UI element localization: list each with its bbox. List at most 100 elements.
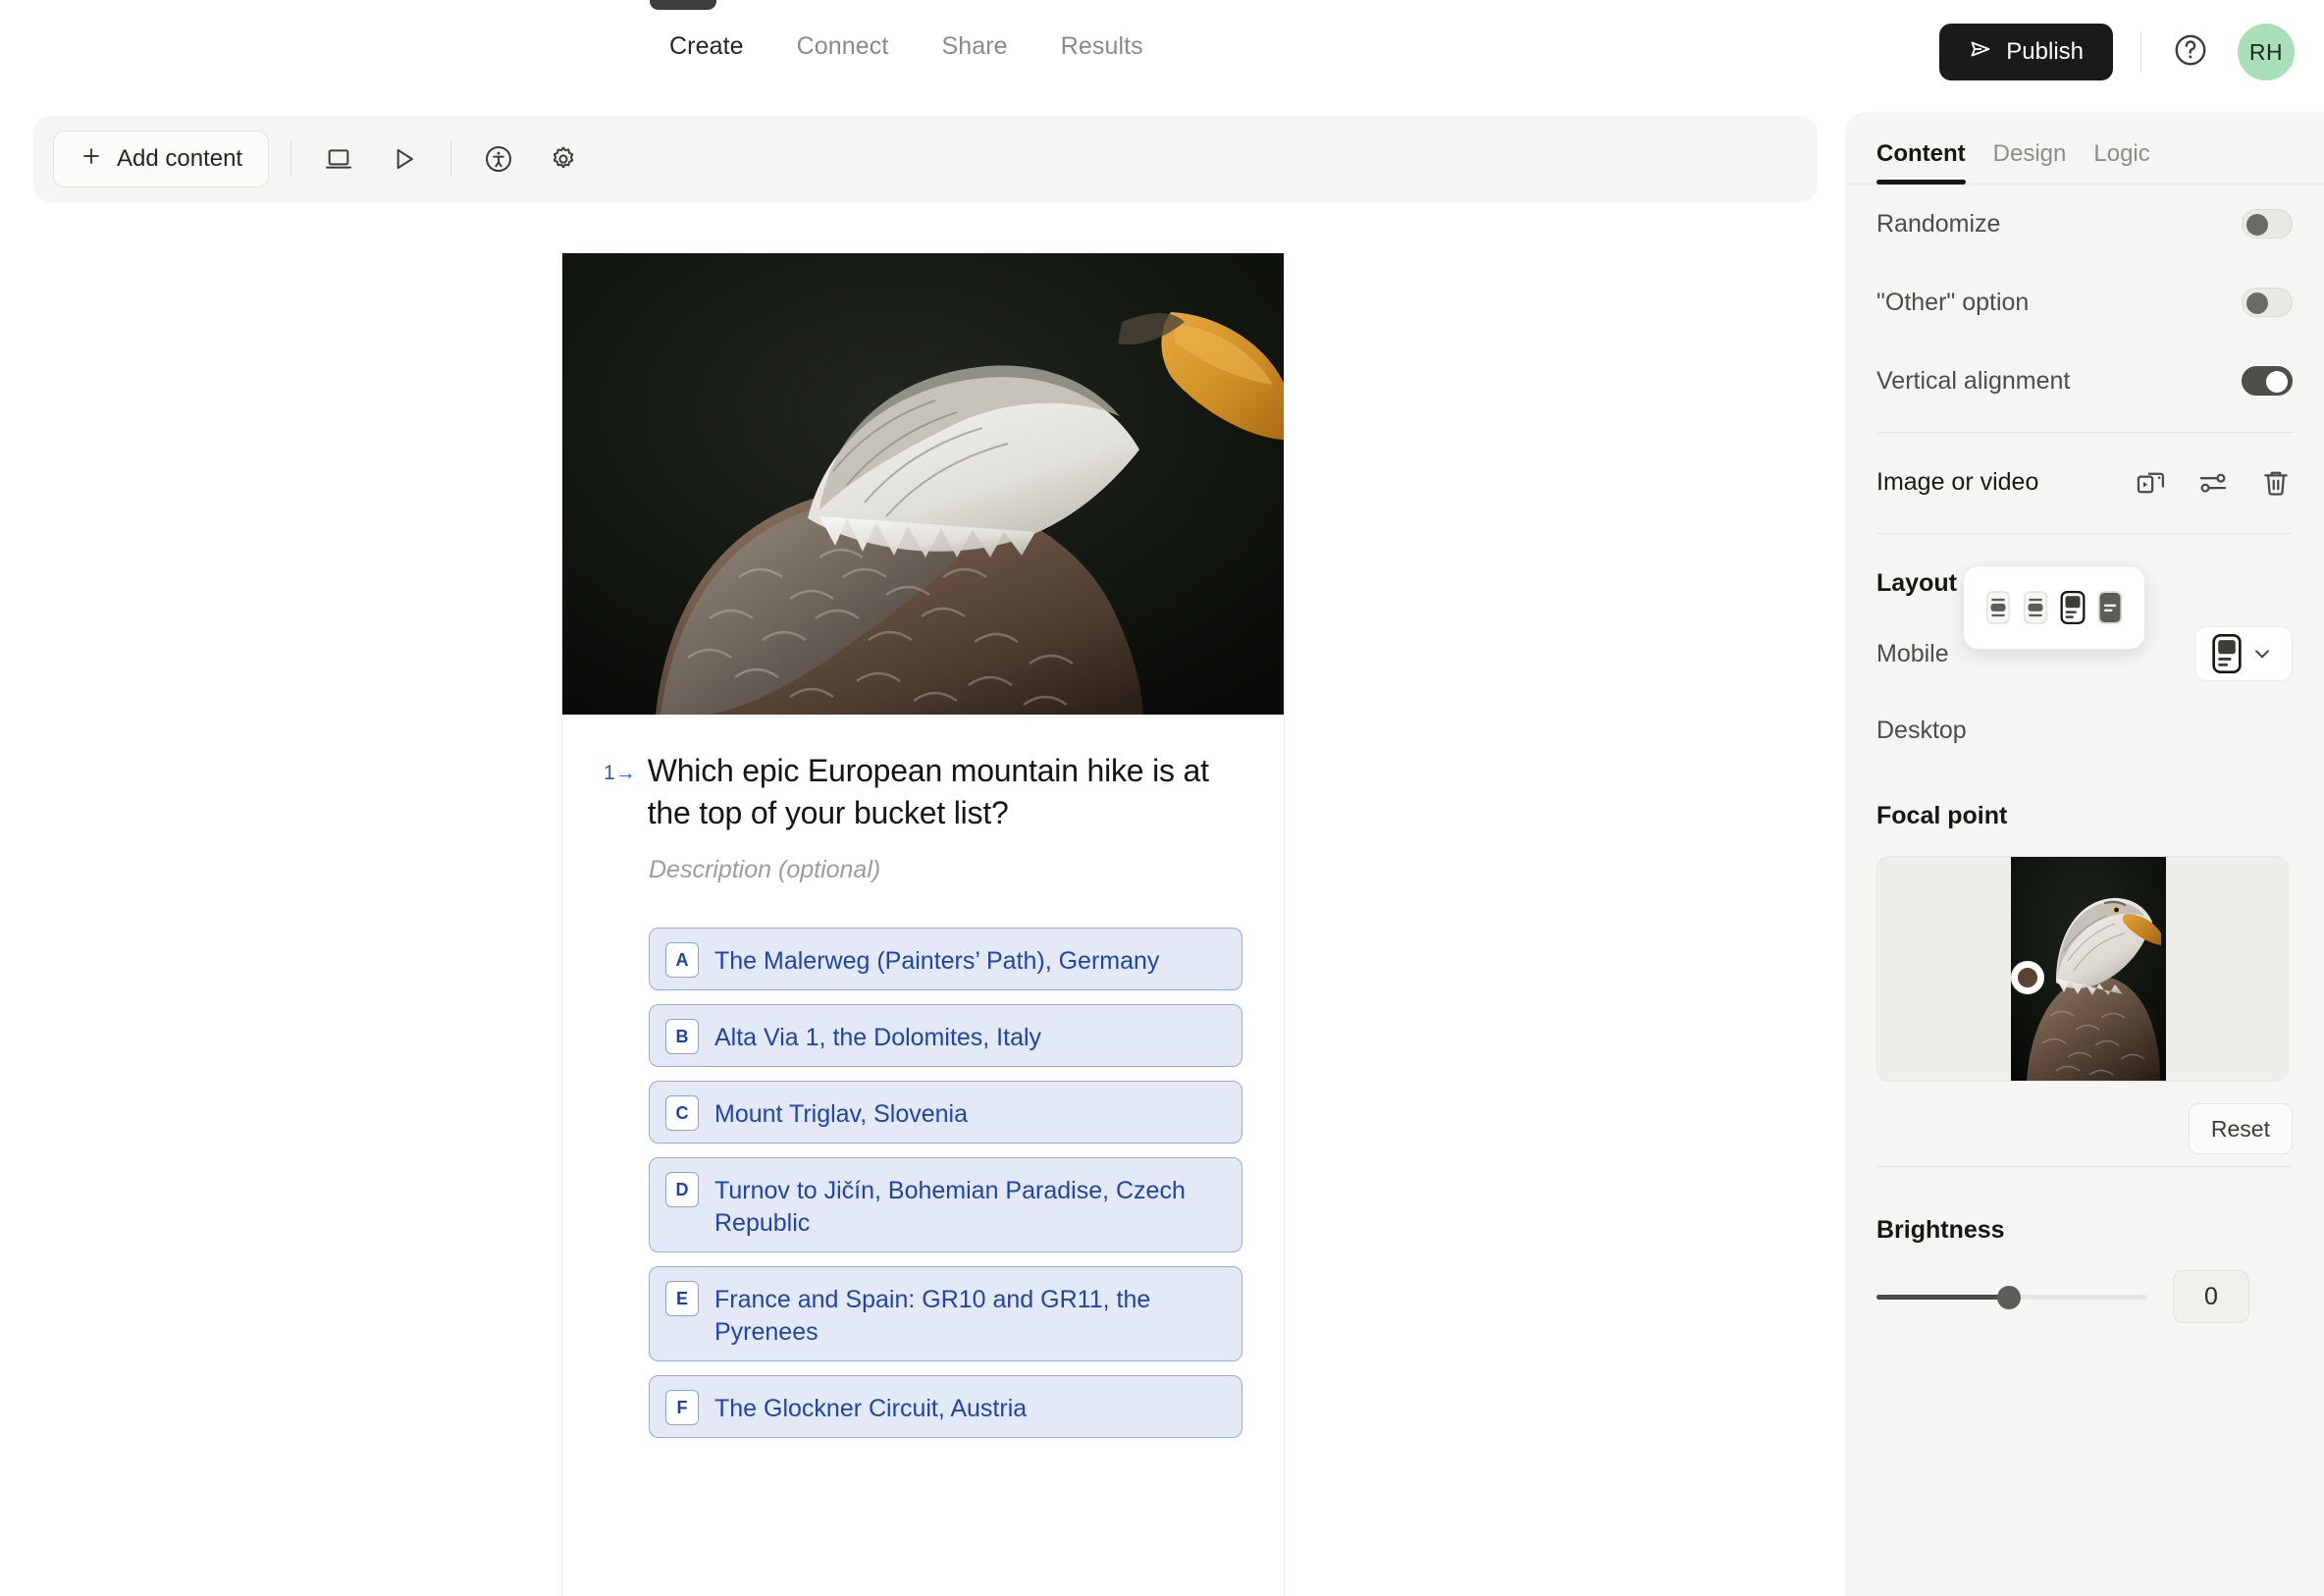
laptop-icon[interactable] [313,133,364,185]
focal-point-preview[interactable] [1876,856,2289,1082]
trash-icon[interactable] [2259,466,2293,500]
add-option-clipped[interactable] [649,1477,1242,1499]
brightness-slider[interactable] [1876,1285,2147,1309]
toggle-knob [2246,293,2268,314]
question-image[interactable] [562,253,1284,715]
slider-thumb[interactable] [1997,1286,2021,1309]
panel-tabs: Content Design Logic [1845,112,2324,185]
image-or-video-label: Image or video [1876,468,2039,497]
panel-body: Randomize "Other" option Vertical alignm… [1845,185,2324,1323]
option-letter-badge: F [665,1390,699,1426]
gear-icon[interactable] [538,133,589,185]
tab-logic[interactable]: Logic [2093,140,2149,184]
focal-point-heading: Focal point [1876,802,2008,829]
options-list: A The Malerweg (Painters’ Path), Germany… [649,928,1242,1439]
active-tab-indicator [650,0,716,10]
panel-divider-1 [1876,432,2293,433]
nav-tab-connect[interactable]: Connect [770,32,916,61]
option-letter-badge: A [665,942,699,979]
option-a[interactable]: A The Malerweg (Painters’ Path), Germany [649,928,1242,991]
option-text[interactable]: Alta Via 1, the Dolomites, Italy [714,1017,1041,1054]
nav-tab-results[interactable]: Results [1034,32,1170,61]
question-card: 1→ Which epic European mountain hike is … [562,253,1284,1596]
help-button[interactable] [2169,30,2212,74]
play-icon[interactable] [378,133,429,185]
toggle-knob [2246,214,2268,236]
top-right-actions: Publish RH [1939,24,2295,80]
layout-image-top-icon [2212,634,2242,673]
image-or-video-section: Image or video [1876,445,2293,521]
option-letter-badge: D [665,1172,699,1208]
tab-design[interactable]: Design [1993,140,2067,184]
chevron-down-icon [2255,650,2269,659]
tab-content[interactable]: Content [1876,140,1966,185]
option-b[interactable]: B Alta Via 1, the Dolomites, Italy [649,1004,1242,1068]
question-row: 1→ Which epic European mountain hike is … [604,750,1242,834]
option-text[interactable]: Mount Triglav, Slovenia [714,1093,968,1131]
option-e[interactable]: E France and Spain: GR10 and GR11, the P… [649,1266,1242,1362]
other-option-label: "Other" option [1876,288,2030,316]
layout-option-text-above-image[interactable] [1985,591,2011,624]
replace-media-icon[interactable] [2134,466,2167,500]
focal-point-handle[interactable] [2011,961,2044,994]
plus-icon [79,144,103,175]
header-divider [2140,32,2141,72]
nav-tab-create[interactable]: Create [643,32,770,61]
layout-option-image-side[interactable] [2097,591,2123,624]
avatar[interactable]: RH [2238,24,2295,80]
option-text[interactable]: Turnov to Jičín, Bohemian Paradise, Czec… [714,1170,1226,1240]
layout-options-popup [1963,565,2145,650]
panel-divider-3 [1876,1166,2293,1167]
nav-tab-share[interactable]: Share [915,32,1033,61]
media-actions [2134,466,2293,500]
focal-reset-button[interactable]: Reset [2188,1103,2293,1154]
brightness-heading: Brightness [1876,1216,2005,1244]
option-text[interactable]: The Glockner Circuit, Austria [714,1388,1027,1425]
question-mark-icon [2172,31,2209,74]
option-letter-badge: C [665,1095,699,1132]
description-placeholder[interactable]: Description (optional) [649,856,1242,884]
option-f[interactable]: F The Glockner Circuit, Austria [649,1375,1242,1439]
option-letter-badge: B [665,1019,699,1055]
settings-panel: Content Design Logic Randomize "Other" o… [1845,112,2324,1596]
layout-row-desktop: Desktop [1876,692,2293,769]
mobile-label: Mobile [1876,639,1949,667]
randomize-toggle[interactable] [2242,209,2293,239]
add-content-button[interactable]: Add content [53,131,270,187]
top-bar: Create Connect Share Results Publish RH [0,0,2324,116]
toolbar-divider-1 [290,140,292,178]
brightness-value[interactable]: 0 [2173,1270,2249,1323]
toggle-knob [2266,371,2288,393]
mobile-layout-select[interactable] [2194,626,2293,681]
add-content-label: Add content [117,145,243,172]
question-number: 1→ [604,762,636,784]
editor-toolbar: Add content [33,116,1818,202]
accessibility-icon[interactable] [473,133,524,185]
layout-option-image-top-full[interactable] [2060,591,2086,624]
brightness-control: 0 [1876,1270,2293,1323]
desktop-label: Desktop [1876,716,1967,744]
option-d[interactable]: D Turnov to Jičín, Bohemian Paradise, Cz… [649,1157,1242,1253]
layout-option-text-around-image[interactable] [2023,591,2048,624]
option-text[interactable]: The Malerweg (Painters’ Path), Germany [714,940,1159,978]
randomize-label: Randomize [1876,209,2001,238]
card-body: 1→ Which epic European mountain hike is … [562,715,1284,1499]
setting-vertical-alignment: Vertical alignment [1876,342,2293,420]
question-title[interactable]: Which epic European mountain hike is at … [648,750,1242,834]
setting-randomize: Randomize [1876,185,2293,263]
slider-fill [1876,1295,2008,1300]
panel-divider-2 [1876,533,2293,534]
vertical-alignment-toggle[interactable] [2242,366,2293,396]
focal-reset-row: Reset [1876,1082,2293,1154]
option-text[interactable]: France and Spain: GR10 and GR11, the Pyr… [714,1279,1226,1349]
send-icon [1969,37,1992,68]
setting-other-option: "Other" option [1876,263,2293,342]
form-canvas: 1→ Which epic European mountain hike is … [0,202,1845,1596]
other-option-toggle[interactable] [2242,288,2293,317]
option-letter-badge: E [665,1281,699,1317]
vertical-alignment-label: Vertical alignment [1876,366,2071,395]
option-c[interactable]: C Mount Triglav, Slovenia [649,1081,1242,1144]
main-nav: Create Connect Share Results [643,32,1170,61]
adjust-sliders-icon[interactable] [2196,466,2230,500]
publish-button[interactable]: Publish [1939,24,2113,80]
